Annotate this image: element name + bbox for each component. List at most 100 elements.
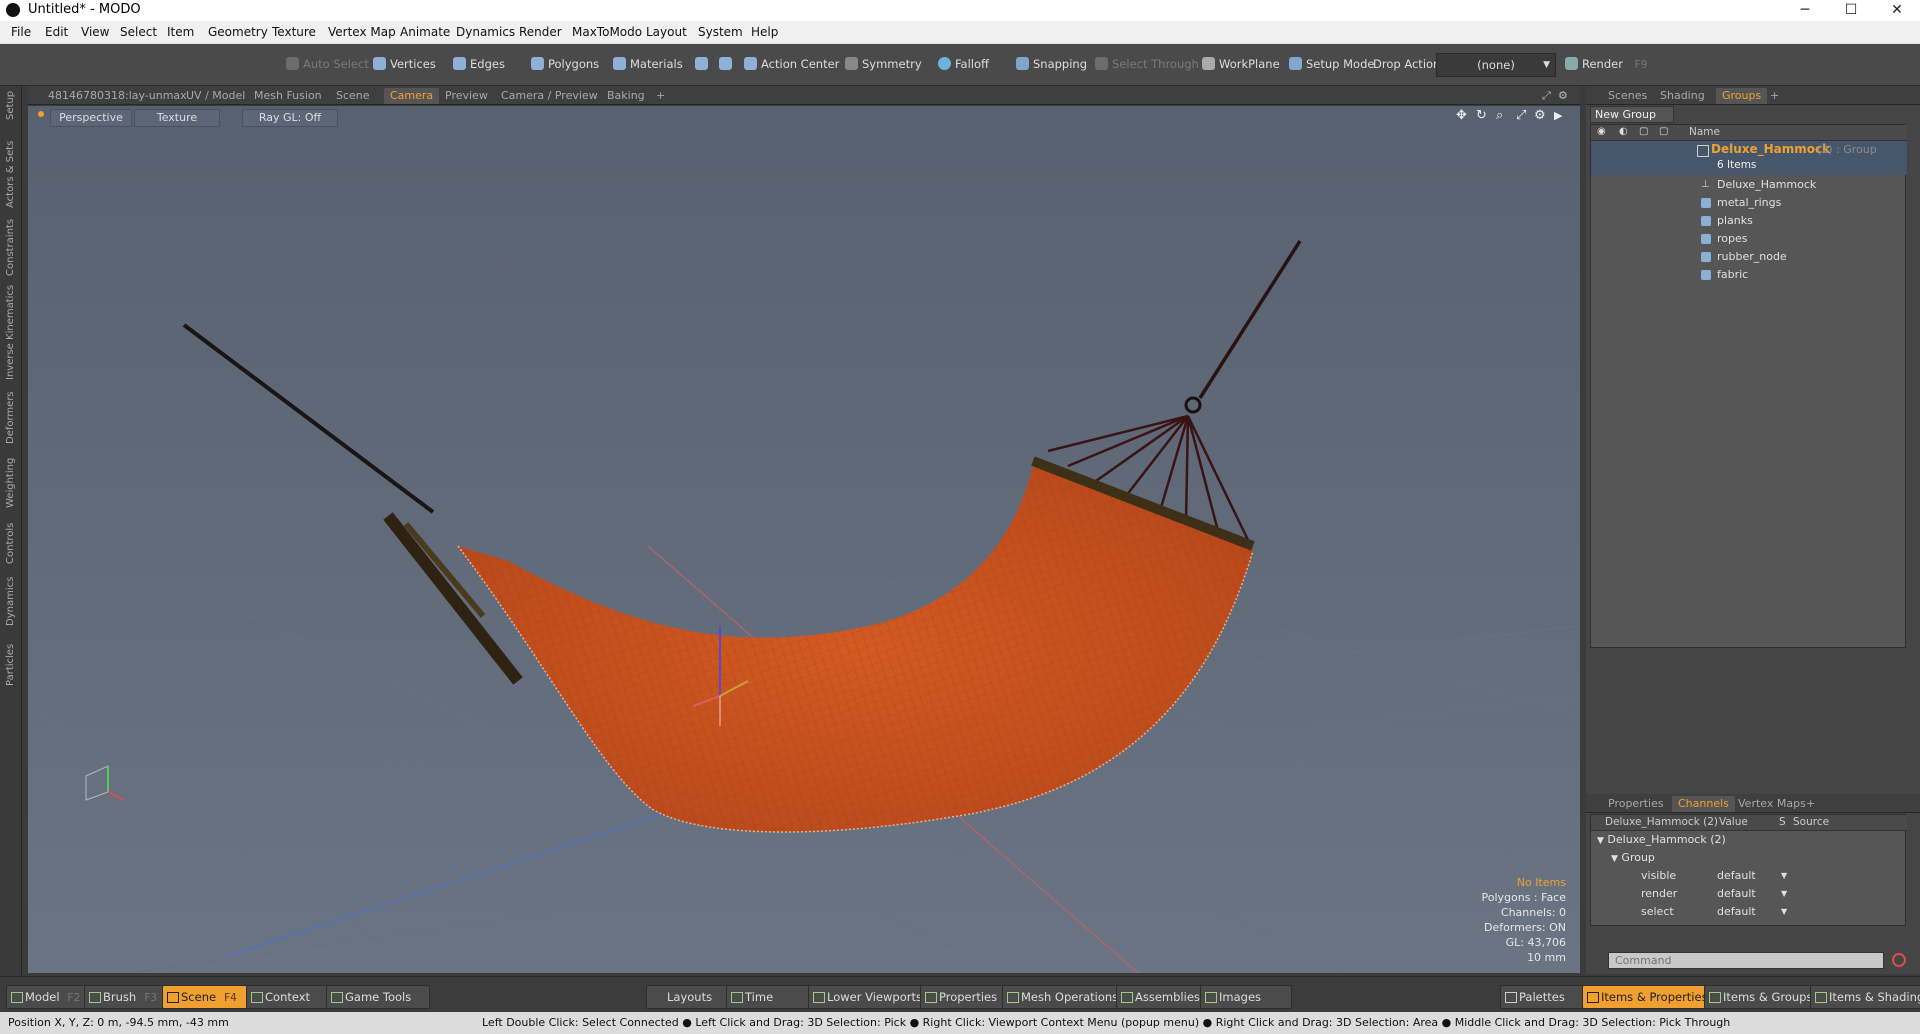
tab-shading[interactable]: Shading — [1654, 88, 1711, 104]
tab-groups[interactable]: Groups — [1716, 88, 1768, 104]
group-child-row[interactable]: metal_rings — [1701, 194, 1781, 212]
chevron-down-icon[interactable]: ▼ — [1781, 885, 1787, 903]
pan-icon[interactable]: ✥ — [1456, 108, 1467, 123]
add-tab-button[interactable]: + — [650, 88, 671, 104]
tab-channels[interactable]: Channels — [1672, 796, 1735, 812]
vtab-dynamics[interactable]: Dynamics — [3, 576, 19, 626]
maximize-button[interactable]: ☐ — [1828, 0, 1874, 21]
3d-viewport[interactable] — [28, 106, 1580, 973]
vtab-deformers[interactable]: Deformers — [3, 391, 19, 444]
chevron-down-icon[interactable]: ▼ — [1781, 867, 1787, 885]
model-layout-button[interactable]: Model F2 — [6, 985, 96, 1009]
tab-mesh-fusion[interactable]: Mesh Fusion — [248, 88, 328, 104]
tab-baking[interactable]: Baking — [601, 88, 651, 104]
vtab-setup[interactable]: Setup — [3, 90, 19, 120]
menu-vertex-map[interactable]: Vertex Map — [328, 25, 396, 39]
materials-button[interactable]: Materials — [610, 53, 683, 75]
menu-file[interactable]: File — [11, 25, 31, 39]
menu-geometry[interactable]: Geometry — [208, 25, 268, 39]
select-through-button[interactable]: Select Through — [1092, 53, 1199, 75]
layout-icon — [89, 992, 101, 1003]
channel-row[interactable]: select default ▼ — [1641, 903, 1901, 921]
edges-button[interactable]: Edges — [450, 53, 505, 75]
menu-layout[interactable]: Layout — [646, 25, 687, 39]
select-mode-toggle[interactable] — [692, 53, 708, 75]
menu-animate[interactable]: Animate — [400, 25, 450, 39]
viewport-more-icon[interactable]: ▶ — [1554, 109, 1562, 122]
add-panel-tab-button[interactable]: + — [1764, 88, 1785, 104]
close-button[interactable]: ✕ — [1874, 0, 1920, 21]
tab-scenes[interactable]: Scenes — [1602, 88, 1653, 104]
group-child-row[interactable]: fabric — [1701, 266, 1748, 284]
texture-button[interactable]: Texture — [134, 109, 220, 127]
tab-lay-unmax[interactable]: 48146780318:lay-unmax — [42, 88, 193, 104]
lower-viewports-button[interactable]: Lower Viewports — [808, 985, 938, 1009]
menu-help[interactable]: Help — [751, 25, 778, 39]
palettes-button[interactable]: Palettes — [1500, 985, 1594, 1009]
gear-icon[interactable]: ⚙ — [1552, 88, 1574, 104]
viewport-menu-icon[interactable] — [38, 111, 44, 117]
menu-edit[interactable]: Edit — [45, 25, 68, 39]
scene-layout-button[interactable]: Scene F4 — [162, 985, 258, 1009]
record-icon[interactable] — [1892, 953, 1906, 967]
vertices-button[interactable]: Vertices — [370, 53, 436, 75]
raygl-button[interactable]: Ray GL: Off — [242, 109, 338, 127]
workplane-button[interactable]: WorkPlane — [1199, 53, 1280, 75]
drop-action-dropdown[interactable]: (none) ▼ — [1436, 53, 1556, 77]
action-center-button[interactable]: Action Center — [741, 53, 839, 75]
perspective-button[interactable]: Perspective — [50, 109, 132, 127]
menu-item[interactable]: Item — [167, 25, 194, 39]
group-root-row[interactable]: Deluxe_Hammock (2) : Group 6 Items — [1591, 141, 1907, 175]
viewport-gear-icon[interactable]: ⚙ — [1534, 108, 1546, 123]
menu-view[interactable]: View — [81, 25, 109, 39]
zoom-icon[interactable]: ⌕ — [1496, 108, 1503, 123]
menu-system[interactable]: System — [698, 25, 743, 39]
items-properties-button[interactable]: Items & Properties — [1582, 985, 1722, 1009]
fit-icon[interactable]: ⤢ — [1516, 108, 1526, 123]
tab-properties[interactable]: Properties — [1602, 796, 1670, 812]
polygons-button[interactable]: Polygons — [528, 53, 599, 75]
vtab-constraints[interactable]: Constraints — [3, 219, 19, 276]
group-child-row[interactable]: rubber_node — [1701, 248, 1787, 266]
group-child-row[interactable]: planks — [1701, 212, 1753, 230]
select-toggle-icon: ▢ — [1659, 126, 1669, 137]
brush-layout-button[interactable]: Brush F3 — [84, 985, 174, 1009]
channel-tree-root[interactable]: ▼ Deluxe_Hammock (2) — [1597, 831, 1726, 849]
group-child-row[interactable]: ropes — [1701, 230, 1748, 248]
minimize-button[interactable]: ─ — [1782, 0, 1828, 21]
falloff-button[interactable]: Falloff — [935, 53, 989, 75]
chevron-down-icon[interactable]: ▼ — [1781, 903, 1787, 921]
channel-row[interactable]: render default ▼ — [1641, 885, 1901, 903]
symmetry-button[interactable]: Symmetry — [842, 53, 922, 75]
render-button[interactable]: Render F9 — [1562, 53, 1647, 75]
images-button[interactable]: Images — [1200, 985, 1292, 1009]
game-tools-button[interactable]: Game Tools — [326, 985, 430, 1009]
snapping-button[interactable]: Snapping — [1013, 53, 1087, 75]
add-channels-tab-button[interactable]: + — [1800, 796, 1821, 812]
items-shading-button[interactable]: Items & Shading — [1810, 985, 1920, 1009]
auto-select-button[interactable]: Auto Select — [283, 53, 369, 75]
channel-tree-group[interactable]: ▼ Group — [1611, 849, 1655, 867]
command-input[interactable] — [1608, 952, 1884, 969]
tab-preview[interactable]: Preview — [439, 88, 494, 104]
menu-dynamics[interactable]: Dynamics — [456, 25, 515, 39]
new-group-button[interactable]: New Group — [1590, 106, 1674, 123]
menu-render[interactable]: Render — [519, 25, 562, 39]
vtab-particles[interactable]: Particles — [3, 638, 19, 686]
channel-row[interactable]: visible default ▼ — [1641, 867, 1901, 885]
menu-texture[interactable]: Texture — [272, 25, 316, 39]
tab-scene[interactable]: Scene — [330, 88, 376, 104]
tab-camera[interactable]: Camera — [384, 88, 440, 104]
group-child-row[interactable]: ⊥ Deluxe_Hammock — [1701, 176, 1816, 194]
menu-maxtomodo[interactable]: MaxToModo — [572, 25, 642, 39]
element-mode-toggle[interactable] — [716, 53, 732, 75]
tab-uv-model[interactable]: UV / Model — [180, 88, 251, 104]
menu-select[interactable]: Select — [120, 25, 157, 39]
tab-camera-preview[interactable]: Camera / Preview — [495, 88, 604, 104]
vtab-inverse-kinematics[interactable]: Inverse Kinematics — [3, 285, 19, 380]
vtab-controls[interactable]: Controls — [3, 520, 19, 564]
vtab-weighting[interactable]: Weighting — [3, 456, 19, 508]
rotate-icon[interactable]: ↻ — [1476, 108, 1487, 123]
mesh-operations-button[interactable]: Mesh Operations — [1002, 985, 1134, 1009]
vtab-actors-sets[interactable]: Actors & Sets — [3, 138, 19, 208]
